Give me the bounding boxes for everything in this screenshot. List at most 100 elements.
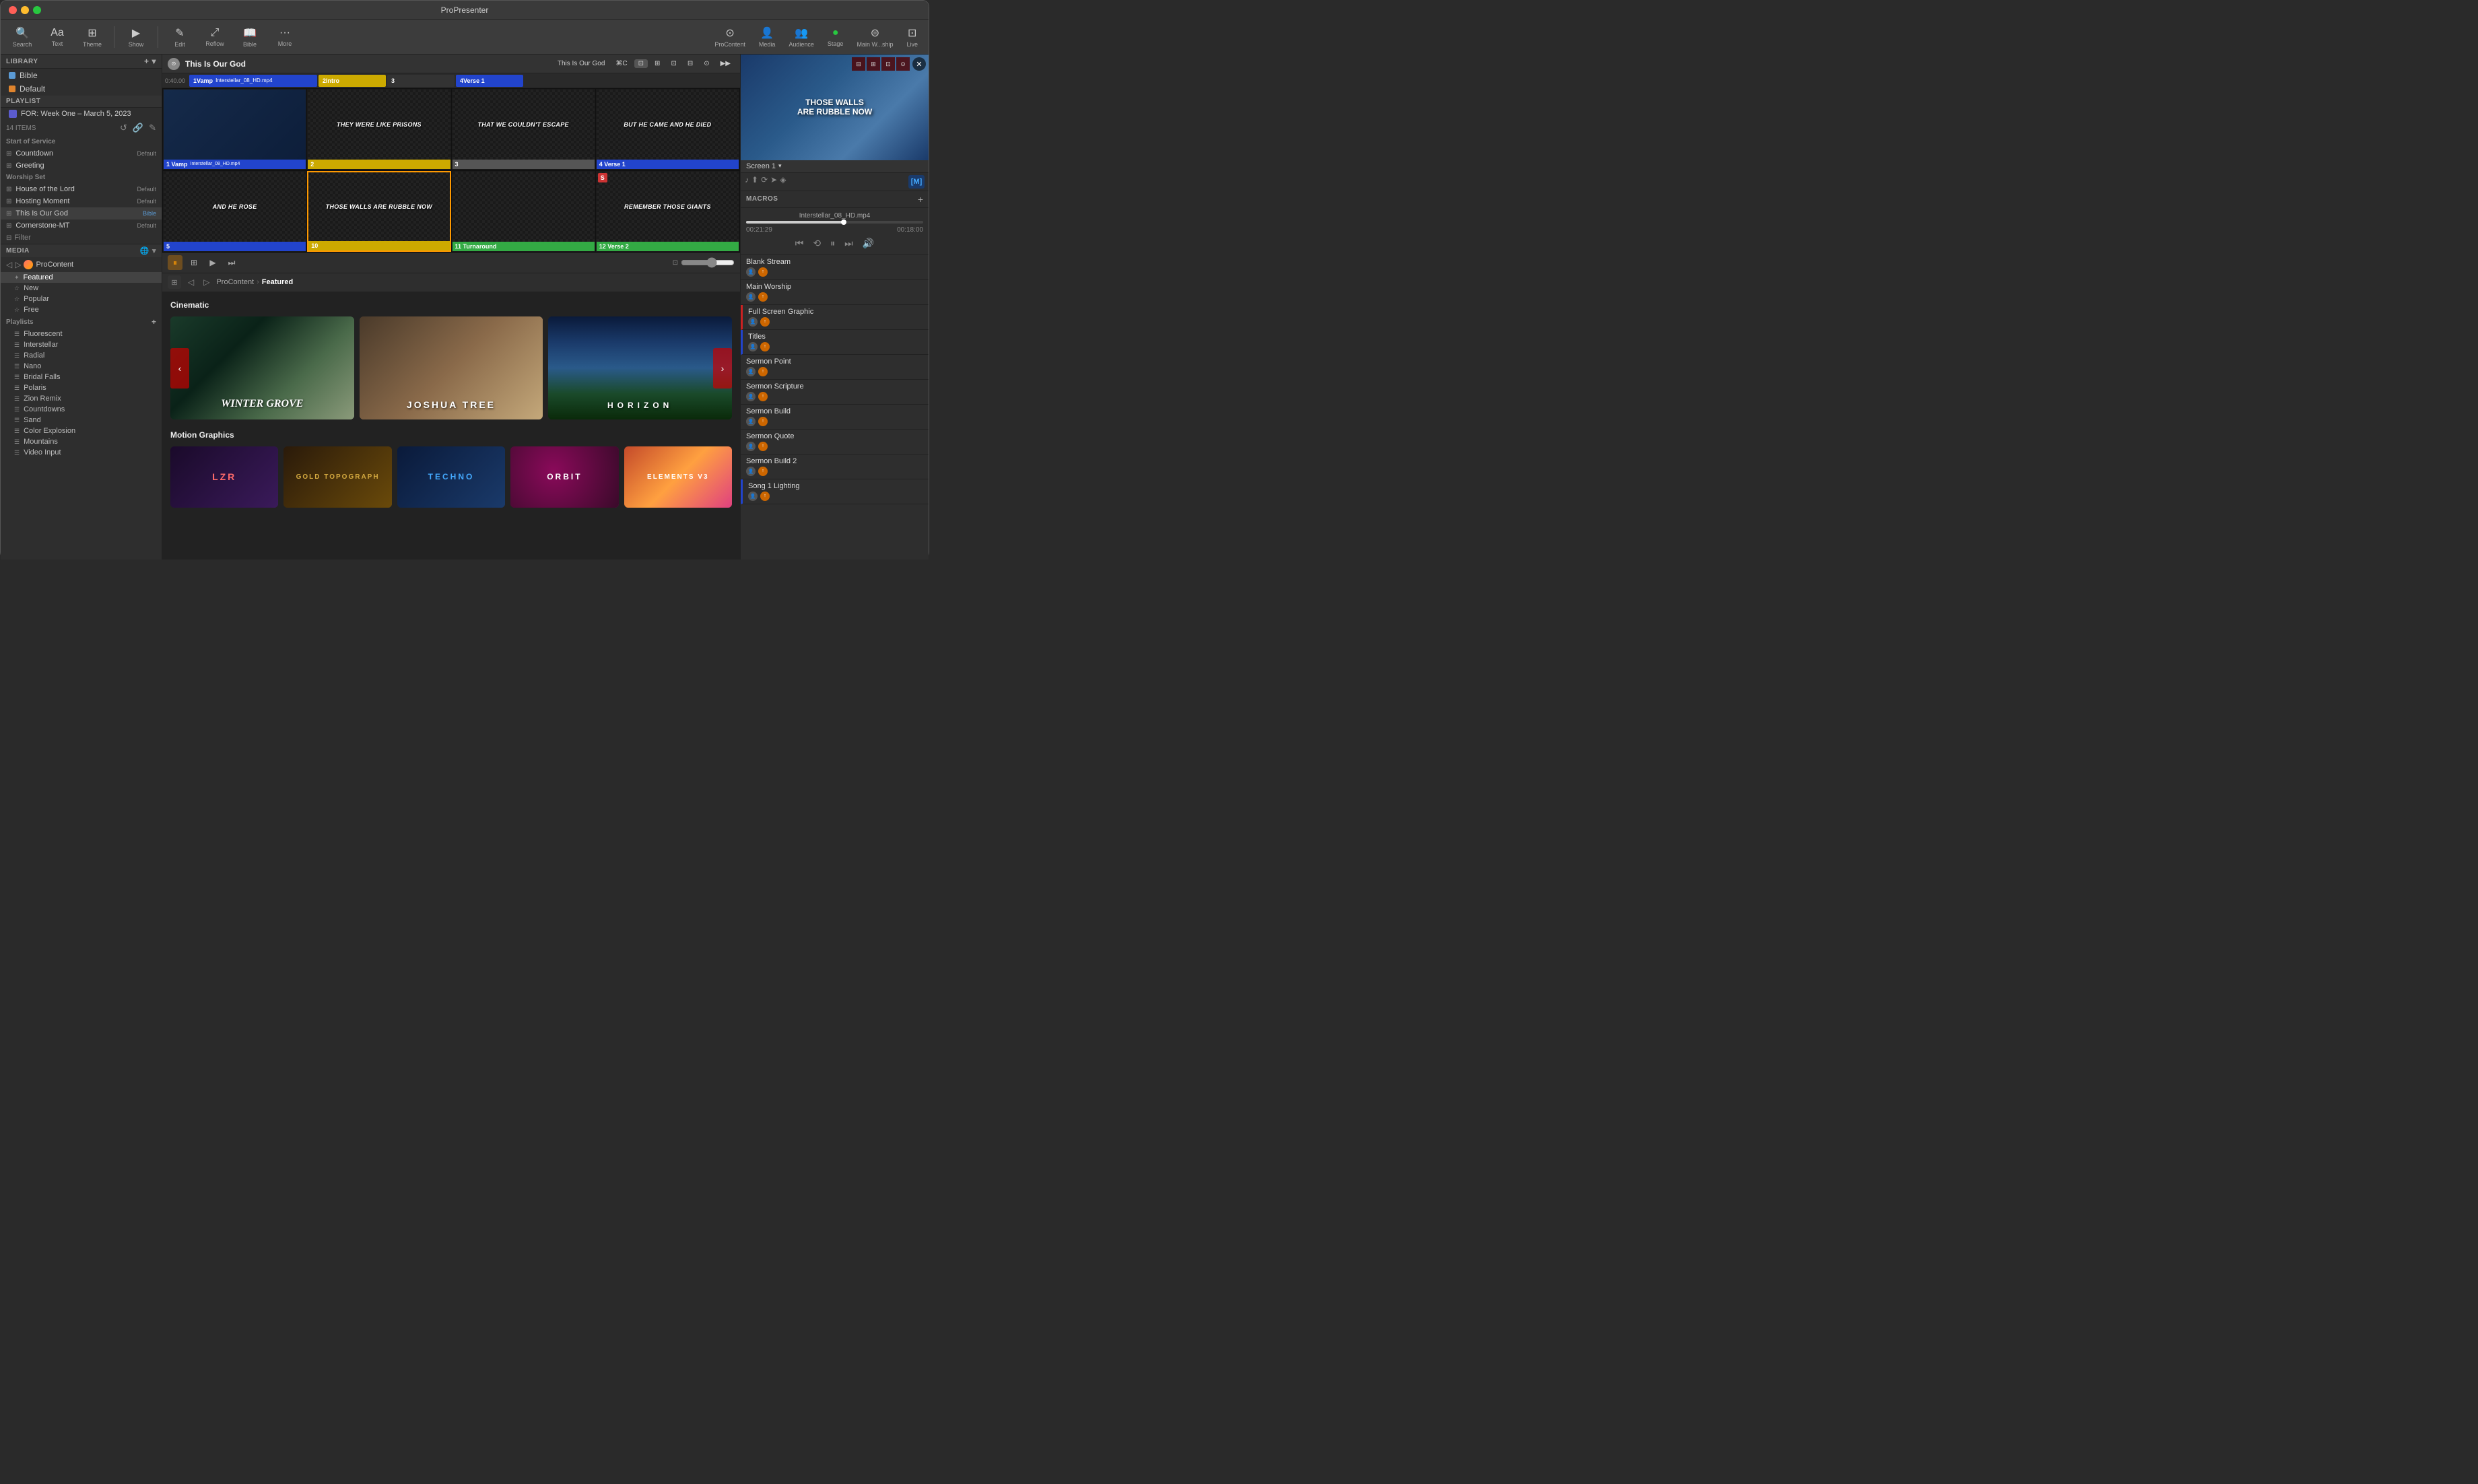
browser-back-nav[interactable]: ◁ bbox=[185, 276, 197, 288]
playlist-zion-remix[interactable]: ☰ Zion Remix bbox=[1, 393, 162, 404]
slide-3[interactable]: THAT WE COULDN'T ESCAPE 3 bbox=[452, 89, 595, 170]
slide-4[interactable]: BUT HE CAME AND HE DIED 4 Verse 1 bbox=[596, 89, 739, 170]
toolbar-text[interactable]: Aa Text bbox=[41, 24, 73, 50]
playlist-nano[interactable]: ☰ Nano bbox=[1, 361, 162, 372]
library-collapse-button[interactable]: ▾ bbox=[152, 57, 156, 66]
cmd-c-button[interactable]: ⌘C bbox=[611, 59, 631, 69]
toolbar-theme[interactable]: ⊞ Theme bbox=[76, 24, 108, 50]
maximize-button[interactable] bbox=[33, 6, 41, 14]
grid-view-button[interactable]: ⊞ bbox=[187, 255, 201, 270]
preview-icon-2[interactable]: ⊞ bbox=[867, 57, 880, 71]
toolbar-search[interactable]: 🔍 Search bbox=[6, 24, 38, 50]
media-expand-icon[interactable]: ▾ bbox=[152, 246, 156, 255]
media-new-item[interactable]: ☆ New bbox=[1, 283, 162, 294]
toolbar-media[interactable]: 👤 Media bbox=[754, 24, 781, 50]
note-icon[interactable]: ♪ bbox=[745, 175, 749, 189]
macro-sermon-build-2[interactable]: Sermon Build 2 👤 ↑ bbox=[741, 454, 929, 479]
breadcrumb-procontent[interactable]: ProContent bbox=[216, 278, 254, 286]
slide-7[interactable]: 11 Turnaround bbox=[452, 171, 595, 252]
pencil-icon[interactable]: ✎ bbox=[149, 123, 156, 133]
playlist-sand[interactable]: ☰ Sand bbox=[1, 415, 162, 426]
playlist-fluorescent[interactable]: ☰ Fluorescent bbox=[1, 329, 162, 339]
macro-song-1-lighting[interactable]: Song 1 Lighting 👤 ↑ bbox=[741, 479, 929, 504]
media-globe-icon[interactable]: 🌐 bbox=[140, 246, 149, 255]
loop-icon[interactable]: ⟲ bbox=[810, 236, 824, 250]
preview-close-button[interactable]: ✕ bbox=[912, 57, 926, 71]
sidebar-item-house[interactable]: ⊞ House of the Lord Default bbox=[1, 183, 162, 195]
playlist-polaris[interactable]: ☰ Polaris bbox=[1, 382, 162, 393]
card-gold-topograph[interactable]: Gold Topograph bbox=[283, 446, 391, 507]
play-pause-button[interactable]: ⏸ bbox=[168, 255, 182, 270]
sidebar-item-countdown[interactable]: ⊞ Countdown Default bbox=[1, 147, 162, 160]
browser-forward-button[interactable]: ▷ bbox=[15, 260, 21, 269]
toolbar-main-worship[interactable]: ⊜ Main W...ship bbox=[851, 24, 898, 50]
sidebar-item-this-is-our-god[interactable]: ⊞ This Is Our God Bible bbox=[1, 207, 162, 220]
media-free-item[interactable]: ☆ Free bbox=[1, 304, 162, 315]
arrow-up-icon[interactable]: ⬆ bbox=[751, 175, 758, 189]
minimize-button[interactable] bbox=[21, 6, 29, 14]
progress-bar[interactable] bbox=[746, 221, 923, 224]
topbar-btn-1[interactable]: ⊞ bbox=[650, 59, 664, 69]
media-popular-item[interactable]: ☆ Popular bbox=[1, 294, 162, 304]
toolbar-more[interactable]: ··· More bbox=[269, 24, 301, 50]
cinematic-arrow-right[interactable]: › bbox=[713, 348, 732, 389]
topbar-btn-5[interactable]: ▶▶ bbox=[716, 59, 735, 69]
forward-icon[interactable]: ⏭ bbox=[842, 236, 856, 250]
timeline-intro[interactable]: 2 Intro bbox=[319, 75, 386, 87]
timeline-vamp[interactable]: 1 Vamp Interstellar_08_HD.mp4 bbox=[189, 75, 317, 87]
toolbar-audience[interactable]: 👥 Audience bbox=[783, 24, 819, 50]
slide-1[interactable]: 1 Vamp Interstellar_08_HD.mp4 bbox=[163, 89, 306, 170]
preview-icon-4[interactable]: ⊙ bbox=[896, 57, 910, 71]
macro-full-screen-graphic[interactable]: Full Screen Graphic 👤 ↑ bbox=[741, 305, 929, 330]
sidebar-item-greeting[interactable]: ⊞ Greeting bbox=[1, 160, 162, 172]
filter-ctrl-icon[interactable]: ◈ bbox=[780, 175, 786, 189]
macro-sermon-scripture[interactable]: Sermon Scripture 👤 ↑ bbox=[741, 380, 929, 405]
skip-button[interactable]: ⏭ bbox=[224, 255, 239, 270]
macro-titles[interactable]: Titles 👤 ↑ bbox=[741, 330, 929, 355]
topbar-btn-3[interactable]: ⊟ bbox=[683, 59, 697, 69]
macro-sermon-build[interactable]: Sermon Build 👤 ↑ bbox=[741, 405, 929, 430]
toolbar-bible[interactable]: 📖 Bible bbox=[234, 24, 266, 50]
card-lzr[interactable]: LZR bbox=[170, 446, 278, 507]
card-orbit[interactable]: Orbit bbox=[510, 446, 618, 507]
toolbar-reflow[interactable]: ⤢ Reflow bbox=[199, 24, 231, 50]
pause-icon[interactable]: ⏸ bbox=[828, 236, 838, 250]
card-winter-grove[interactable]: Winter Grove bbox=[170, 316, 354, 419]
play-button[interactable]: ▶ bbox=[205, 255, 220, 270]
slide-2[interactable]: THEY WERE LIKE PRISONS 2 bbox=[307, 89, 450, 170]
sidebar-item-bible[interactable]: Bible bbox=[1, 69, 162, 82]
browser-layout-button[interactable]: ⊞ bbox=[168, 275, 181, 289]
timeline-verse1[interactable]: 4 Verse 1 bbox=[456, 75, 523, 87]
macros-add-button[interactable]: + bbox=[918, 194, 923, 205]
playlists-add-button[interactable]: + bbox=[152, 317, 156, 327]
toolbar-stage[interactable]: ● Stage bbox=[822, 24, 849, 50]
close-button[interactable] bbox=[9, 6, 17, 14]
toolbar-procontent[interactable]: ⊙ ProContent bbox=[709, 24, 751, 50]
screen-select[interactable]: Screen 1 ▾ bbox=[741, 160, 929, 173]
send-icon[interactable]: ➤ bbox=[770, 175, 777, 189]
progress-knob[interactable] bbox=[841, 220, 846, 225]
playlist-countdowns[interactable]: ☰ Countdowns bbox=[1, 404, 162, 415]
card-techno[interactable]: Techno bbox=[397, 446, 505, 507]
sidebar-item-default[interactable]: Default bbox=[1, 82, 162, 96]
playlist-item-for[interactable]: FOR: Week One – March 5, 2023 bbox=[1, 108, 162, 120]
slide-8[interactable]: REMEMBER THOSE GIANTS S 12 Verse 2 bbox=[596, 171, 739, 252]
macro-sermon-point[interactable]: Sermon Point 👤 ↑ bbox=[741, 355, 929, 380]
playlist-video-input[interactable]: ☰ Video Input bbox=[1, 447, 162, 458]
browser-back-button[interactable]: ◁ bbox=[6, 260, 12, 269]
playlist-radial[interactable]: ☰ Radial bbox=[1, 350, 162, 361]
screen-icon-btn[interactable]: ⊡ bbox=[634, 59, 648, 68]
topbar-btn-4[interactable]: ⊙ bbox=[700, 59, 713, 69]
card-horizon[interactable]: Horizon bbox=[548, 316, 732, 419]
playlist-color-explosion[interactable]: ☰ Color Explosion bbox=[1, 426, 162, 436]
slide-5[interactable]: AND HE ROSE 5 bbox=[163, 171, 306, 252]
macro-blank-stream[interactable]: Blank Stream 👤 ↑ bbox=[741, 255, 929, 280]
preview-icon-1[interactable]: ⊟ bbox=[852, 57, 865, 71]
link-icon[interactable]: 🔗 bbox=[133, 123, 143, 133]
playlist-mountains[interactable]: ☰ Mountains bbox=[1, 436, 162, 447]
volume-icon[interactable]: 🔊 bbox=[860, 236, 877, 250]
toolbar-edit[interactable]: ✎ Edit bbox=[164, 24, 196, 50]
toolbar-show[interactable]: ▶ Show bbox=[120, 24, 152, 50]
browser-forward-nav[interactable]: ▷ bbox=[201, 276, 212, 288]
card-elements-v3[interactable]: Elements V3 bbox=[624, 446, 732, 507]
